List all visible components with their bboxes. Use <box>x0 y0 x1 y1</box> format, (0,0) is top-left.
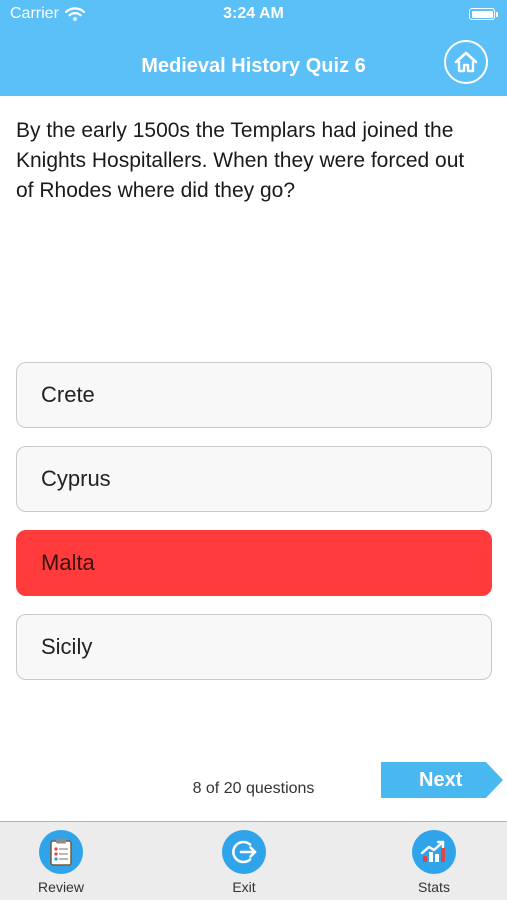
answer-option-cyprus[interactable]: Cyprus <box>16 446 492 512</box>
question-text: By the early 1500s the Templars had join… <box>16 119 465 202</box>
tab-exit[interactable]: Exit <box>194 830 294 895</box>
tab-review-label: Review <box>38 879 84 895</box>
answer-option-crete[interactable]: Crete <box>16 362 492 428</box>
answer-option-sicily[interactable]: Sicily <box>16 614 492 680</box>
next-button-label: Next <box>419 768 463 791</box>
answer-label: Crete <box>41 382 95 407</box>
page-title: Medieval History Quiz 6 <box>141 55 366 77</box>
status-bar: Carrier 3:24 AM <box>0 0 507 30</box>
header-bar: Carrier 3:24 AM Medieval History Quiz 6 <box>0 0 507 96</box>
tab-review[interactable]: Review <box>11 830 111 895</box>
status-time: 3:24 AM <box>223 5 284 22</box>
tab-stats[interactable]: Stats <box>384 830 484 895</box>
tab-exit-label: Exit <box>232 879 256 895</box>
tab-bar: Review Exit Stats <box>0 821 507 900</box>
answer-label: Sicily <box>41 634 93 659</box>
stats-chart-icon <box>412 830 456 874</box>
answer-option-malta[interactable]: Malta <box>16 530 492 596</box>
home-icon <box>454 51 478 73</box>
answer-label: Malta <box>41 550 95 575</box>
review-clipboard-icon <box>39 830 83 874</box>
next-button[interactable]: Next <box>381 762 503 798</box>
tab-stats-label: Stats <box>418 879 450 895</box>
battery-icon <box>469 8 498 20</box>
answer-label: Cyprus <box>41 466 111 491</box>
exit-icon <box>222 830 266 874</box>
home-button[interactable] <box>444 40 488 84</box>
